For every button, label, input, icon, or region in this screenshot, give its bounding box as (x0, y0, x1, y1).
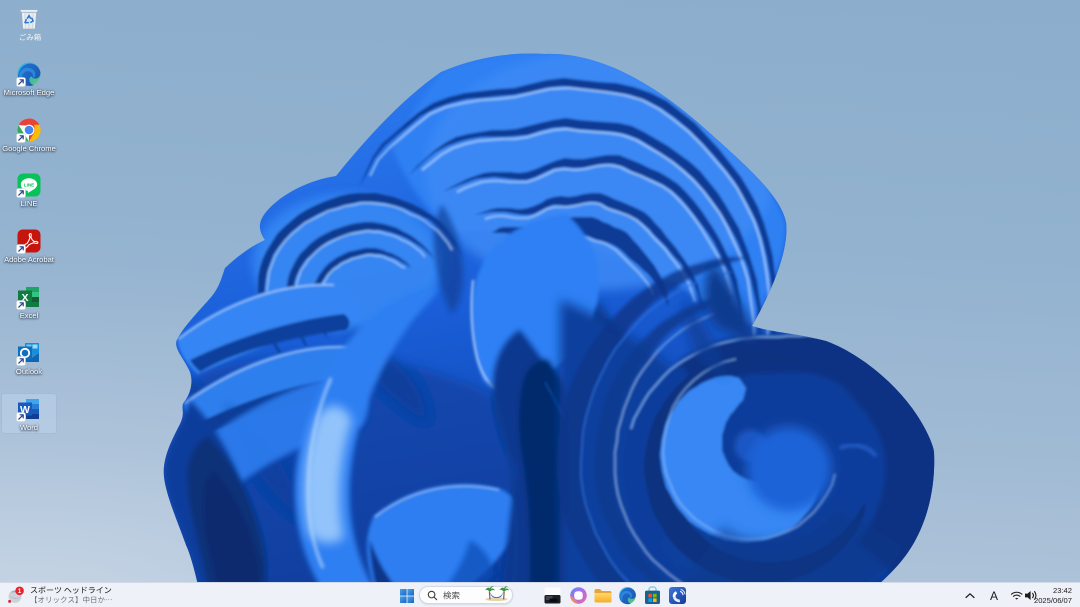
svg-text:A: A (990, 589, 998, 603)
